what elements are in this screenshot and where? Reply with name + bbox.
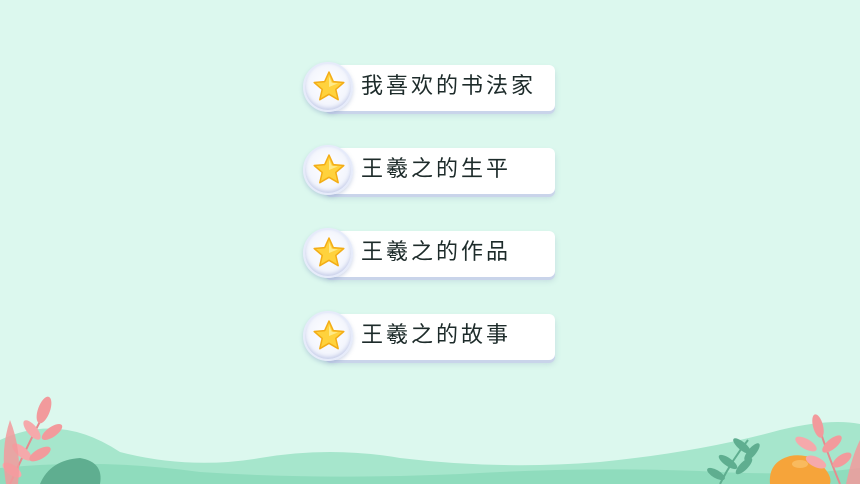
menu-item-label: 王羲之的生平 [361, 157, 512, 182]
menu-item-label: 王羲之的故事 [361, 323, 512, 348]
menu-item-works[interactable]: 王羲之的作品 [303, 228, 557, 282]
star-icon [313, 237, 345, 267]
menu-item-stories[interactable]: 王羲之的故事 [303, 311, 557, 365]
star-icon [313, 320, 345, 350]
menu-item-life[interactable]: 王羲之的生平 [303, 145, 557, 199]
star-icon [313, 71, 345, 101]
star-badge [303, 228, 353, 278]
star-icon [313, 154, 345, 184]
menu-item-calligrapher[interactable]: 我喜欢的书法家 [303, 62, 557, 116]
star-badge [303, 145, 353, 195]
star-badge [303, 311, 353, 361]
slide: 我喜欢的书法家 王羲之的生平 王羲之的作品 王羲之的故事 [0, 0, 860, 484]
menu-item-label: 我喜欢的书法家 [361, 74, 537, 99]
star-badge [303, 62, 353, 112]
menu-item-label: 王羲之的作品 [361, 240, 512, 265]
